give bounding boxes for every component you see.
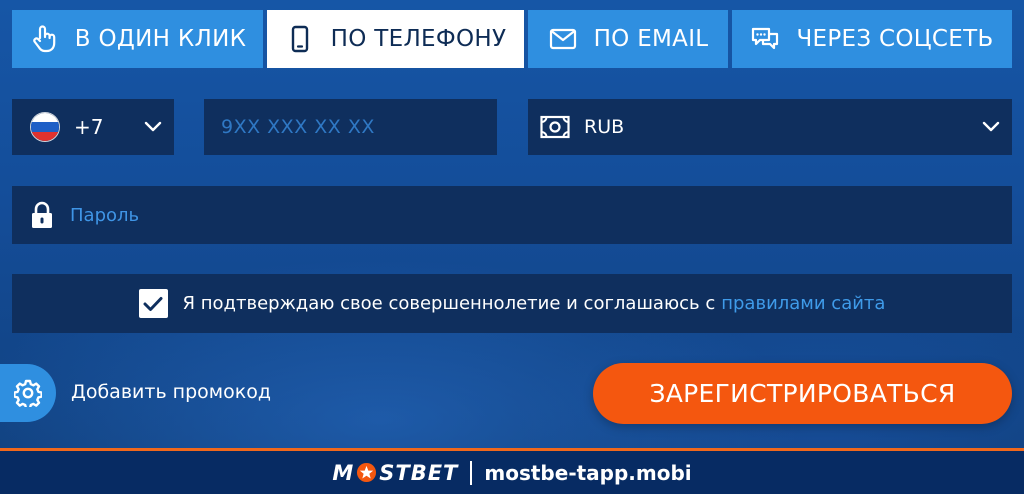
- site-rules-link[interactable]: правилами сайта: [721, 293, 885, 314]
- checkmark-icon: [143, 296, 163, 311]
- add-promo-label[interactable]: Добавить промокод: [71, 381, 271, 403]
- site-url: mostbe-tapp.mobi: [484, 460, 692, 485]
- mostbet-logo: M STBET: [332, 461, 458, 485]
- gear-icon: [14, 379, 42, 407]
- tab-one-click[interactable]: В ОДИН КЛИК: [12, 10, 263, 68]
- logo-text-left: M: [332, 460, 355, 485]
- tab-label: ПО EMAIL: [593, 26, 709, 52]
- phone-field[interactable]: [204, 99, 497, 155]
- password-input[interactable]: [70, 204, 670, 226]
- footer: M STBET mostbe-tapp.mobi: [0, 451, 1024, 494]
- agreement-row: Я подтверждаю свое совершеннолетие и сог…: [12, 274, 1012, 333]
- add-promo-button[interactable]: [0, 364, 56, 422]
- logo-star-icon: [357, 462, 377, 483]
- tab-label: ЧЕРЕЗ СОЦСЕТЬ: [796, 26, 994, 52]
- agreement-text: Я подтверждаю свое совершеннолетие и сог…: [182, 293, 716, 314]
- hand-pointer-icon: [29, 24, 59, 54]
- chevron-down-icon: [144, 121, 162, 132]
- envelope-icon: [548, 24, 578, 54]
- phone-input[interactable]: [221, 116, 497, 138]
- chat-bubbles-icon: [750, 24, 780, 54]
- tab-by-phone[interactable]: ПО ТЕЛЕФОНУ: [267, 10, 524, 68]
- footer-separator: [470, 460, 473, 485]
- logo-text-right: STBET: [379, 460, 459, 485]
- tab-by-email[interactable]: ПО EMAIL: [528, 10, 728, 68]
- russia-flag-icon: [30, 112, 60, 142]
- currency-select[interactable]: RUB: [528, 99, 1012, 155]
- register-button[interactable]: ЗАРЕГИСТРИРОВАТЬСЯ: [593, 363, 1012, 424]
- country-code-select[interactable]: +7: [12, 99, 174, 155]
- password-field[interactable]: [12, 186, 1012, 244]
- agreement-checkbox[interactable]: [138, 289, 168, 318]
- chevron-down-icon: [982, 121, 1000, 132]
- country-code: +7: [74, 115, 104, 139]
- lock-icon: [32, 201, 52, 228]
- smartphone-icon: [285, 24, 315, 54]
- tab-label: ПО ТЕЛЕФОНУ: [330, 26, 507, 52]
- currency-value: RUB: [584, 116, 625, 138]
- tab-by-social[interactable]: ЧЕРЕЗ СОЦСЕТЬ: [732, 10, 1012, 68]
- tab-label: В ОДИН КЛИК: [74, 26, 247, 52]
- banknote-icon: [540, 115, 570, 139]
